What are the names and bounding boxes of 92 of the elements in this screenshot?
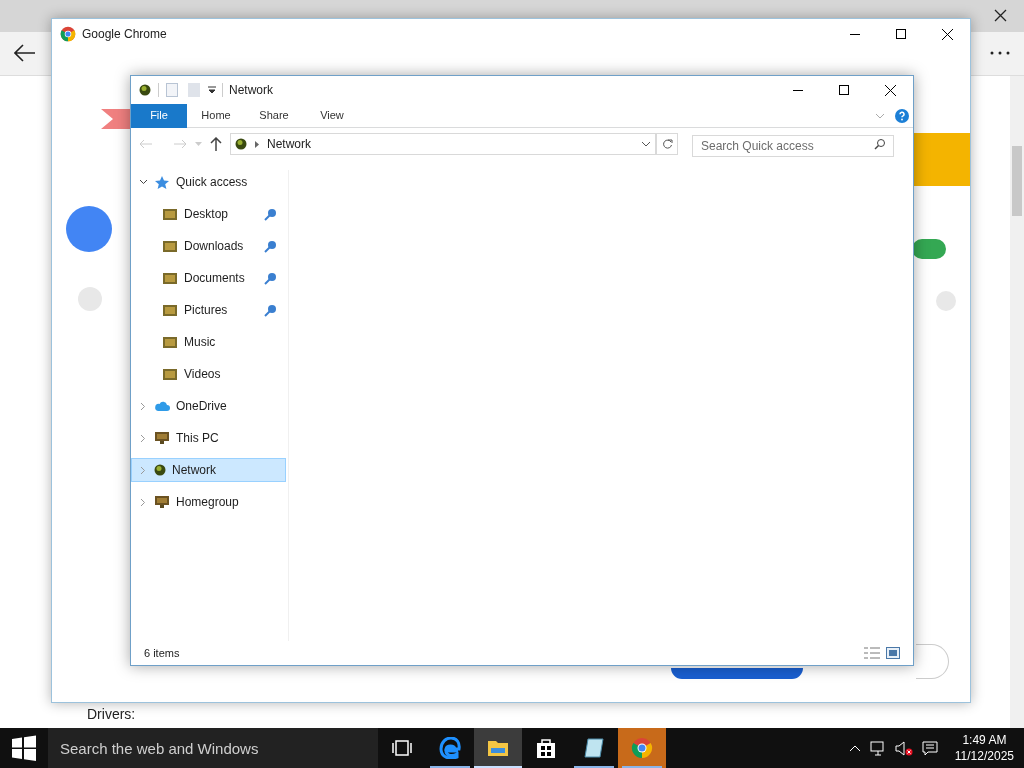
chevron-down-icon[interactable] [138, 179, 148, 185]
folder-icon [162, 335, 178, 349]
chrome-icon [60, 26, 76, 42]
folder-icon [162, 271, 178, 285]
close-icon [941, 28, 953, 40]
nav-label: This PC [176, 430, 219, 447]
notepad-icon [583, 737, 605, 759]
globe-icon [235, 138, 247, 150]
nav-label: Pictures [184, 302, 228, 319]
help-icon[interactable] [895, 108, 909, 123]
pin-icon [264, 303, 277, 317]
maximize-icon [896, 29, 906, 39]
nav-label: Homegroup [176, 494, 239, 511]
clock-time[interactable]: 1:49 AM [962, 732, 1007, 748]
refresh-icon [661, 138, 673, 150]
browser-e-icon [439, 737, 461, 759]
pin-icon [264, 271, 277, 285]
star-icon [154, 175, 170, 189]
nav-item[interactable]: Network [131, 458, 286, 482]
ribbon-tab[interactable]: Share [245, 103, 303, 128]
cloud-icon [154, 399, 170, 413]
address-path: Network [267, 136, 311, 153]
globe-icon [139, 84, 151, 96]
chevron-right-icon [255, 140, 259, 148]
nav-label: Documents [184, 270, 245, 287]
folder-icon [162, 239, 178, 253]
item-count: 6 items [144, 645, 180, 661]
nav-item[interactable]: Videos [131, 362, 286, 386]
nav-label: Music [184, 334, 216, 351]
search-icon[interactable] [874, 138, 886, 150]
nav-item[interactable]: Pictures [131, 298, 286, 322]
taskbar-app-button[interactable] [474, 728, 522, 768]
page-text: Drivers: [87, 705, 136, 724]
nav-label: Network [172, 462, 216, 479]
nav-label: Downloads [184, 238, 244, 255]
refresh-button[interactable] [656, 133, 678, 155]
ribbon-tab[interactable]: Home [187, 103, 245, 128]
computer-icon [154, 495, 170, 509]
pill-shape [912, 239, 946, 259]
chevron-down-icon[interactable] [641, 141, 651, 147]
folder-icon [162, 207, 178, 221]
windows-logo-icon [11, 735, 37, 761]
chevron-right-icon[interactable] [140, 401, 146, 411]
more-icon[interactable] [990, 51, 1010, 55]
folder-icon [162, 367, 178, 381]
nav-item[interactable]: This PC [131, 426, 286, 450]
close-icon[interactable] [994, 9, 1007, 22]
speaker-muted-icon[interactable] [894, 740, 913, 756]
nav-label: OneDrive [176, 398, 227, 415]
nav-label: Quick access [176, 174, 248, 191]
minimize-icon [850, 33, 860, 35]
large-icons-view-icon[interactable] [886, 647, 900, 659]
taskbar-search-field[interactable]: Search the web and Windows [48, 728, 378, 768]
chevron-up-icon[interactable] [848, 744, 861, 752]
search-field[interactable]: Search Quick access [692, 135, 894, 157]
globe-icon [154, 464, 166, 476]
window-title: Network [229, 82, 273, 99]
task-view-icon [392, 740, 412, 756]
banner-shape [912, 133, 970, 186]
minimize-icon [793, 89, 803, 91]
maximize-icon [839, 85, 849, 95]
up-arrow-icon[interactable] [210, 137, 222, 151]
nav-item[interactable]: OneDrive [131, 394, 286, 418]
chrome-icon [631, 737, 653, 759]
address-bar[interactable]: Network [230, 133, 656, 155]
network-icon[interactable] [869, 740, 886, 756]
chevron-right-icon[interactable] [140, 497, 146, 507]
dropdown-icon[interactable] [208, 86, 216, 94]
nav-item[interactable]: Quick access [131, 170, 286, 194]
back-arrow-icon[interactable] [14, 44, 36, 62]
nav-item[interactable]: Documents [131, 266, 286, 290]
nav-label: Desktop [184, 206, 229, 223]
clock-date[interactable]: 11/12/2025 [954, 748, 1014, 764]
ribbon-tab[interactable]: View [303, 103, 361, 128]
pin-icon [264, 239, 277, 253]
nav-item[interactable]: Downloads [131, 234, 286, 258]
window-title: Google Chrome [82, 26, 167, 43]
folder-icon [162, 303, 178, 317]
pin-icon [264, 207, 277, 221]
shopping-bag-icon [536, 737, 556, 759]
chevron-right-icon[interactable] [140, 433, 146, 443]
scrollbar[interactable] [1010, 76, 1024, 728]
nav-item[interactable]: Homegroup [131, 490, 286, 514]
page-button[interactable] [671, 668, 803, 679]
nav-item[interactable]: Desktop [131, 202, 286, 226]
ribbon-tab[interactable]: File [131, 103, 187, 128]
close-icon [884, 84, 896, 96]
nav-label: Videos [184, 366, 221, 383]
nav-item[interactable]: Music [131, 330, 286, 354]
computer-icon [154, 431, 170, 445]
notifications-icon[interactable] [921, 740, 938, 756]
folder-icon [487, 739, 509, 757]
